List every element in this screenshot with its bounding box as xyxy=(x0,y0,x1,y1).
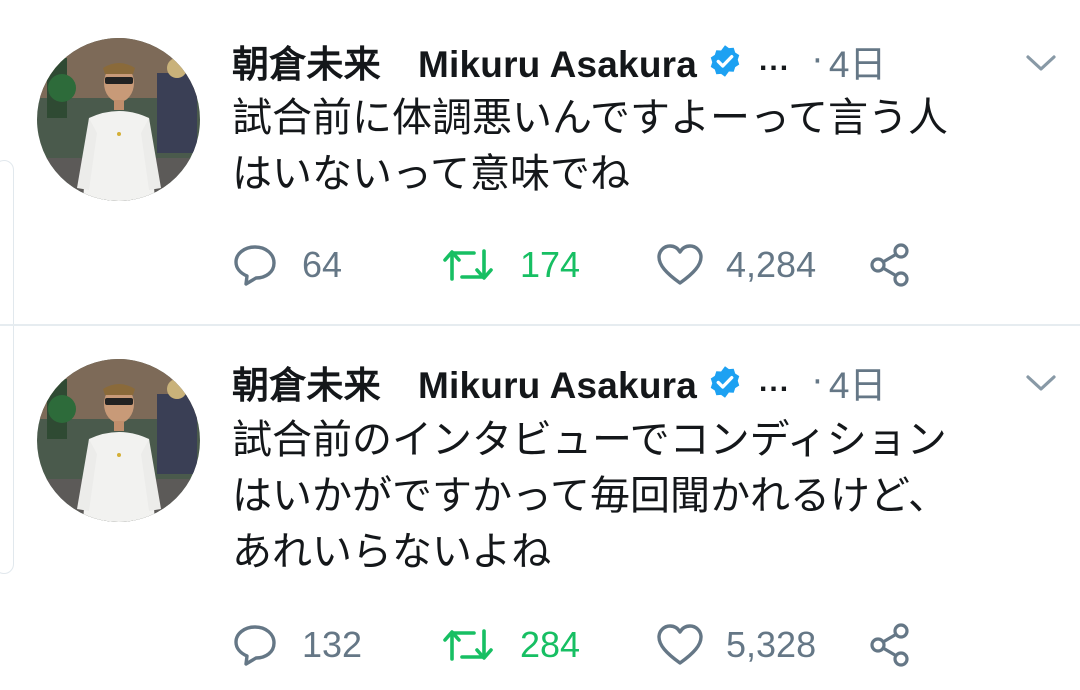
retweet-count: 284 xyxy=(520,624,581,665)
tweet-actions: 132 284 5,328 xyxy=(232,620,952,670)
share-icon xyxy=(870,243,909,287)
reply-icon xyxy=(234,245,276,286)
share-icon xyxy=(870,623,909,667)
tweet-actions: 64 174 4,284 xyxy=(232,240,952,290)
reply-icon xyxy=(234,625,276,666)
share-button[interactable] xyxy=(866,240,912,290)
tweet[interactable]: 朝倉未来 Mikuru Asakura ... · 4日 試合前に体調悪いんです… xyxy=(0,0,1080,326)
reply-count: 132 xyxy=(302,624,363,665)
tweet-text: 試合前のインタビューでコンディション はいかがですかって毎回聞かれるけど、 あれ… xyxy=(232,412,1032,580)
avatar-photo xyxy=(37,359,200,522)
timestamp[interactable]: 4日 xyxy=(829,355,887,409)
retweet-icon xyxy=(443,629,493,661)
tweet-text-line: 試合前のインタビューでコンディション xyxy=(232,417,947,463)
share-button[interactable] xyxy=(866,620,912,670)
separator-dot: · xyxy=(812,41,823,81)
tweet-header: 朝倉未来 Mikuru Asakura ... · 4日 xyxy=(232,36,1056,86)
tweet-text-line: はいかがですかって毎回聞かれるけど、 xyxy=(232,473,948,519)
tweet-text-line: あれいらないよね xyxy=(232,529,552,575)
retweet-icon xyxy=(443,249,493,281)
author-name[interactable]: 朝倉未来 Mikuru Asakura xyxy=(232,34,697,88)
tweet[interactable]: 朝倉未来 Mikuru Asakura ... · 4日 試合前のインタビューで… xyxy=(0,328,1080,690)
avatar[interactable] xyxy=(37,359,200,522)
reply-count: 64 xyxy=(302,244,343,285)
retweet-count: 174 xyxy=(520,244,581,285)
heart-icon xyxy=(657,244,703,285)
chevron-down-icon[interactable] xyxy=(1024,372,1058,394)
avatar-photo xyxy=(37,38,200,201)
verified-badge-icon xyxy=(707,364,743,400)
author-name[interactable]: 朝倉未来 Mikuru Asakura xyxy=(232,355,697,409)
reply-button[interactable]: 132 xyxy=(232,620,362,670)
like-button[interactable]: 5,328 xyxy=(656,620,816,670)
chevron-down-icon[interactable] xyxy=(1024,52,1058,74)
name-truncation: ... xyxy=(759,365,791,398)
tweet-text-line: はいないって意味でね xyxy=(232,151,630,197)
tweet-text: 試合前に体調悪いんですよーって言う人 はいないって意味でね xyxy=(232,90,1032,202)
retweet-button[interactable]: 174 xyxy=(442,240,580,290)
verified-badge-icon xyxy=(707,43,743,79)
like-count: 4,284 xyxy=(726,244,817,285)
like-button[interactable]: 4,284 xyxy=(656,240,816,290)
timestamp[interactable]: 4日 xyxy=(829,34,887,88)
tweet-text-line: 試合前に体調悪いんですよーって言う人 xyxy=(232,95,948,141)
retweet-button[interactable]: 284 xyxy=(442,620,580,670)
heart-icon xyxy=(657,624,703,665)
like-count: 5,328 xyxy=(726,624,817,665)
avatar[interactable] xyxy=(37,38,200,201)
separator-dot: · xyxy=(812,362,823,402)
name-truncation: ... xyxy=(759,44,791,77)
reply-button[interactable]: 64 xyxy=(232,240,342,290)
tweet-header: 朝倉未来 Mikuru Asakura ... · 4日 xyxy=(232,357,1056,407)
